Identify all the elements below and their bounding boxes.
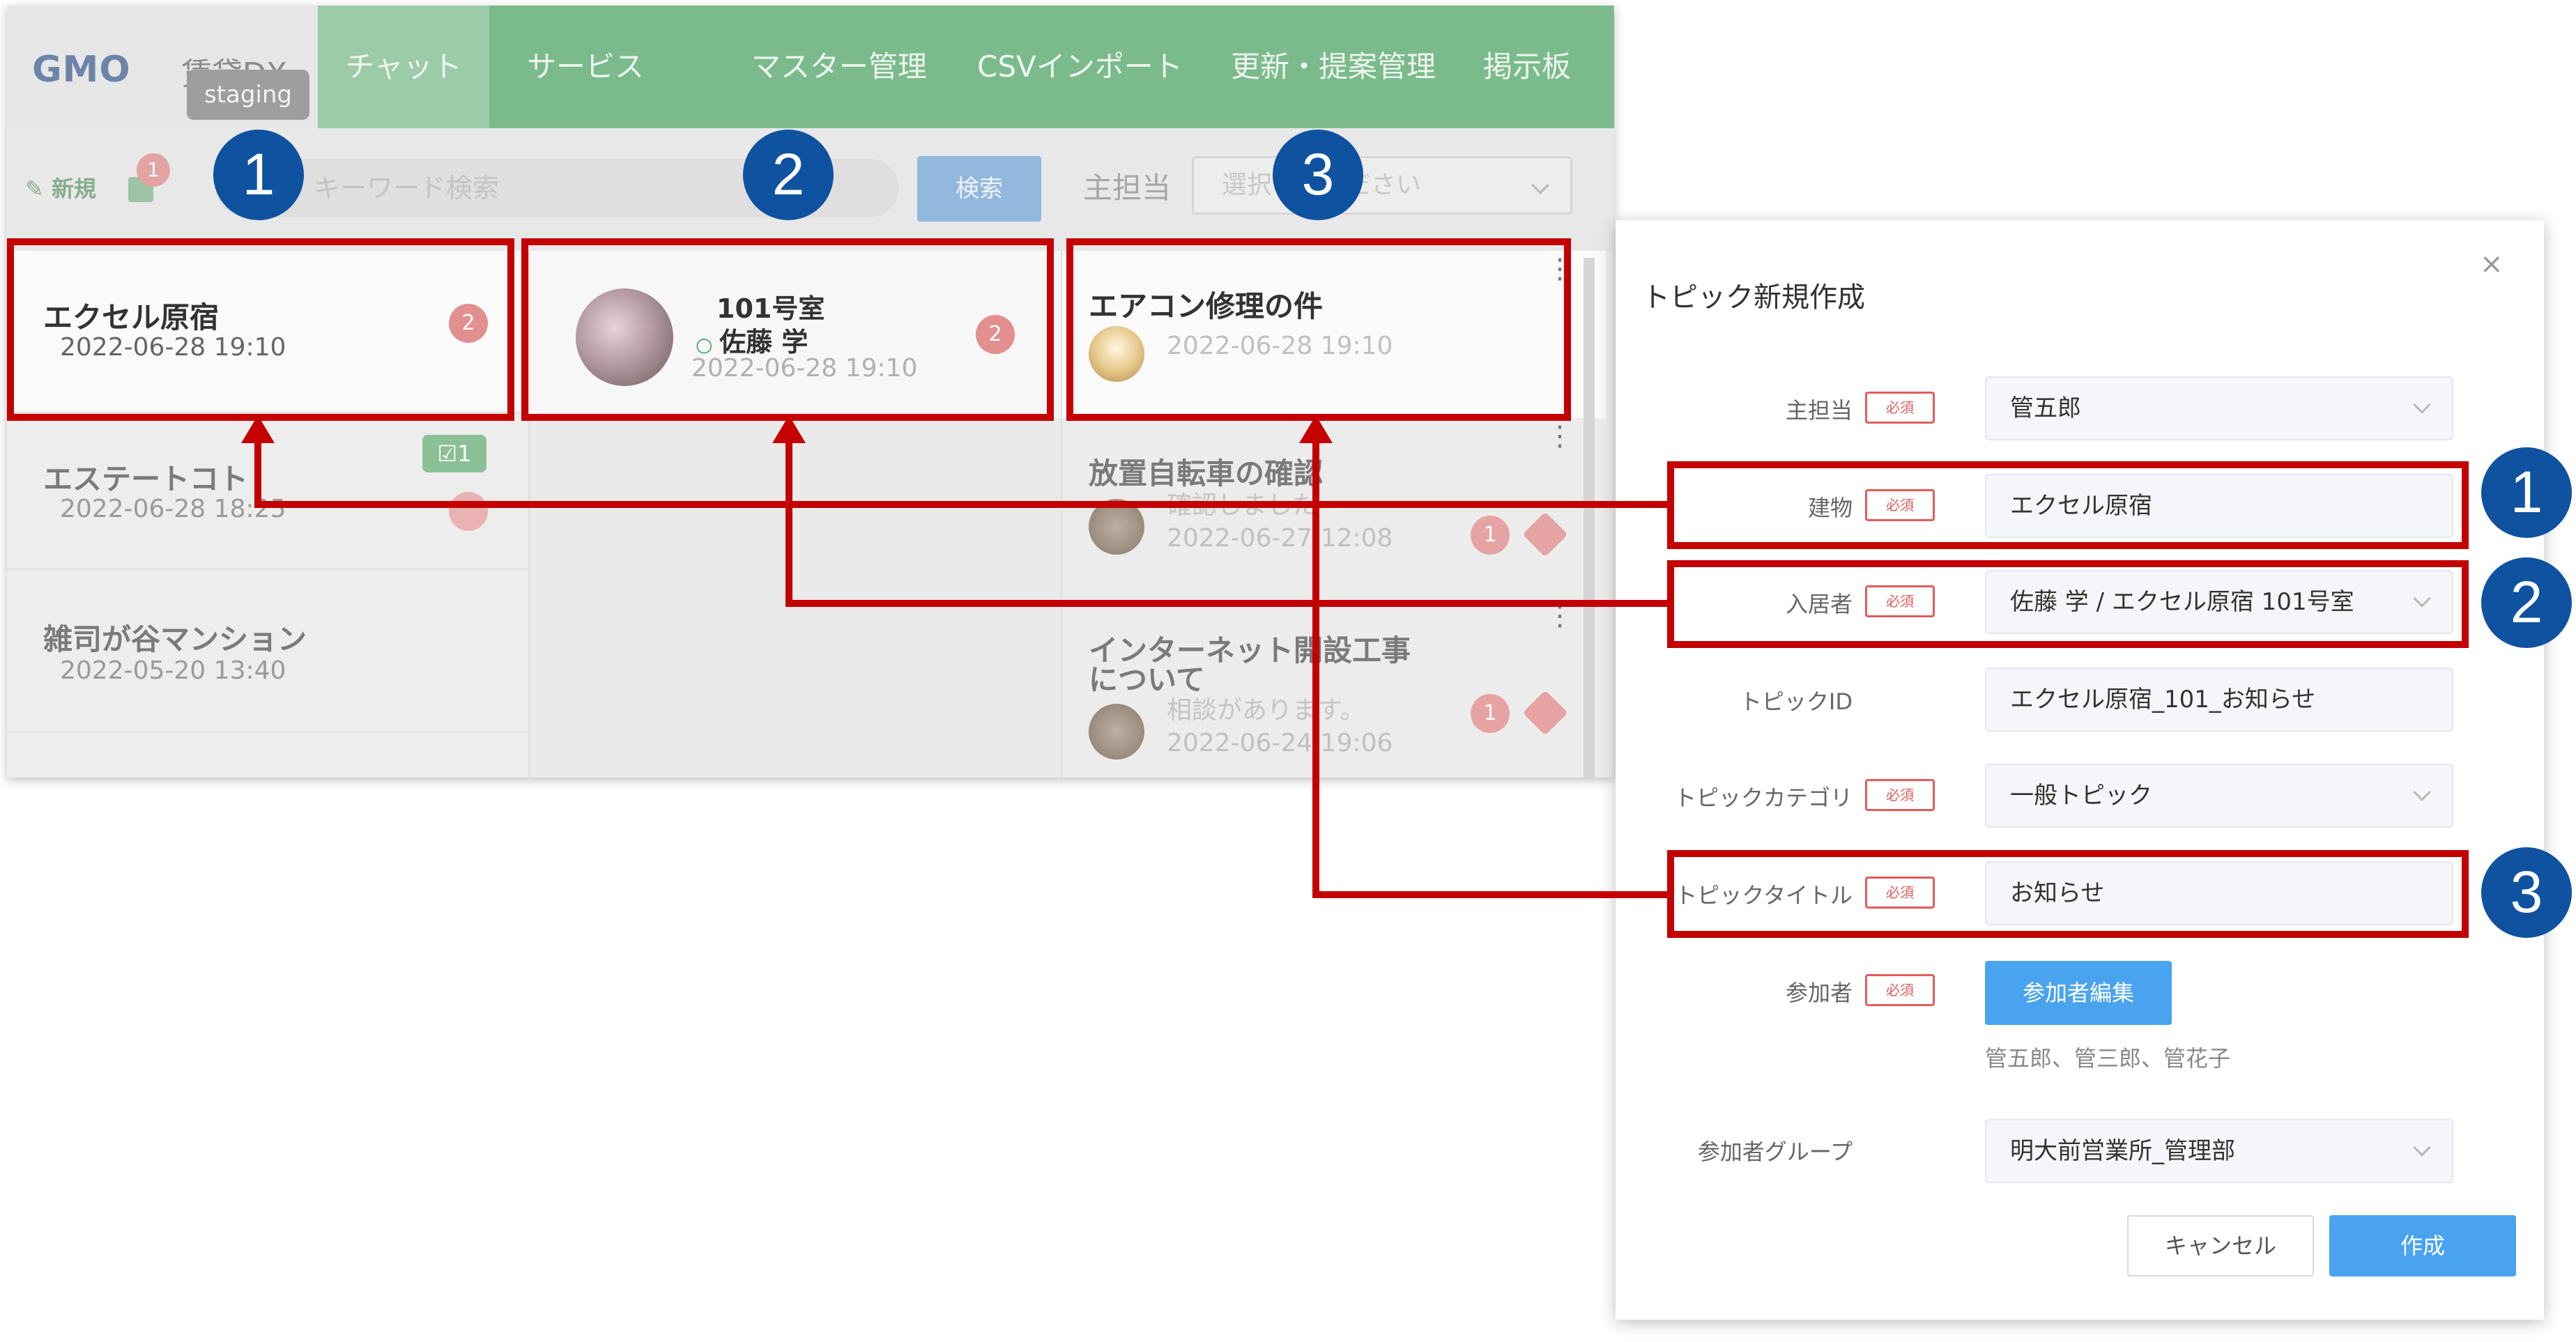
highlight-resident — [521, 238, 1054, 421]
callout-3-right: 3 — [2481, 847, 2572, 938]
highlight-building — [7, 238, 514, 421]
callout-2-right: 2 — [2481, 557, 2572, 648]
connector-line-2 — [785, 435, 1670, 607]
callout-1: 1 — [213, 130, 304, 220]
highlight-building-field — [1667, 461, 2469, 549]
callout-2: 2 — [743, 130, 834, 220]
callout-3: 3 — [1273, 130, 1363, 220]
highlight-topic — [1066, 238, 1571, 421]
callout-1-right: 1 — [2481, 447, 2572, 538]
highlight-resident-field — [1667, 560, 2469, 648]
highlight-topic-title-field — [1667, 850, 2469, 938]
connector-line-1 — [254, 435, 1670, 508]
